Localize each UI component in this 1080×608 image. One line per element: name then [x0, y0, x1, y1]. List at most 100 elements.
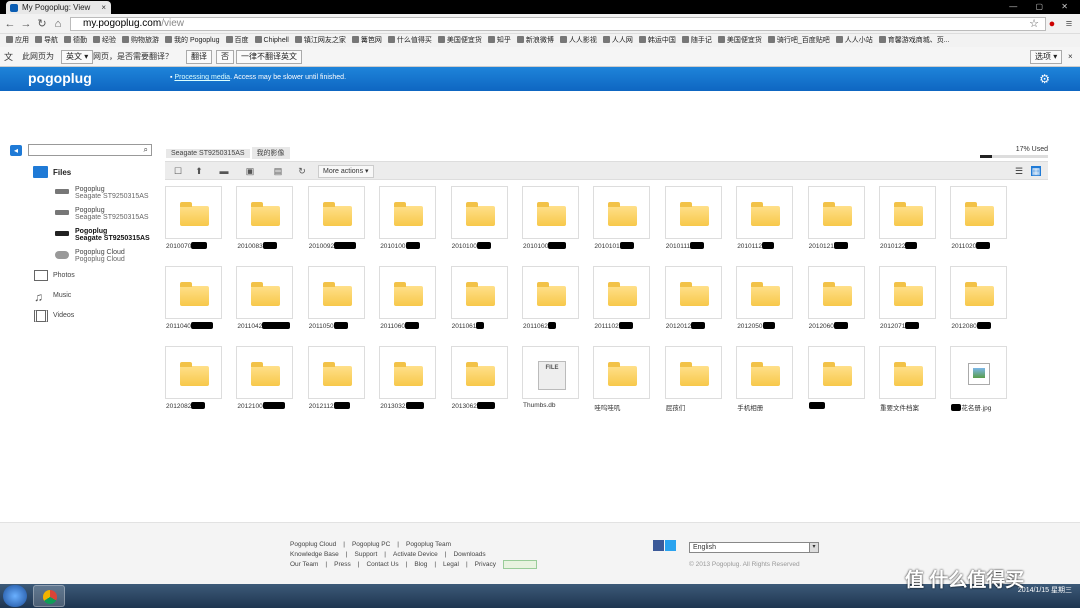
folder-tile[interactable] [450, 266, 508, 319]
file-label[interactable]: 2013032 [380, 402, 424, 410]
file-label[interactable]: 2010121 [809, 242, 848, 250]
chrome-taskbar-button[interactable] [33, 585, 65, 607]
bookmark-item[interactable]: 育馨游戏商城、页... [878, 34, 950, 47]
folder-tile[interactable] [307, 266, 365, 319]
list-view-icon[interactable]: ☰ [1014, 166, 1024, 176]
file-label[interactable]: 花名册.jpg [951, 402, 991, 412]
file-label[interactable]: 2013062 [452, 402, 495, 410]
file-label[interactable]: 2012071 [880, 322, 920, 330]
star-icon[interactable]: ☆ [1028, 17, 1040, 31]
extension-icon[interactable]: ● [1046, 17, 1058, 31]
forward-arrow-icon[interactable]: → [20, 17, 32, 31]
breadcrumb-folder[interactable]: 我的影像 [251, 147, 290, 159]
footer-link[interactable]: Support [355, 551, 378, 558]
file-label[interactable]: 2012012 [666, 322, 706, 330]
breadcrumb-drive[interactable]: Seagate ST9250315AS [166, 149, 250, 158]
folder-tile[interactable] [736, 266, 794, 319]
search-icon[interactable]: ⌕ [144, 145, 148, 155]
bookmark-item[interactable]: 美国便宜货 [717, 34, 762, 47]
file-label[interactable]: 2010100 [523, 242, 567, 250]
language-dropdown[interactable]: English ▾ [689, 542, 819, 553]
folder-tile[interactable] [165, 346, 222, 399]
options-button[interactable]: 选项 ▾ [1030, 50, 1063, 64]
bookmark-item[interactable]: 购物旅游 [122, 34, 159, 47]
more-actions-button[interactable]: More actions ▾ [318, 165, 374, 178]
footer-link[interactable]: Our Team [290, 561, 318, 568]
archive-icon[interactable]: ▤ [271, 165, 285, 177]
bookmark-item[interactable]: 什么值得买 [387, 34, 432, 47]
bookmark-item[interactable]: 导航 [35, 34, 58, 47]
file-label[interactable]: Thumbs.db [523, 402, 556, 409]
folder-tile[interactable] [379, 266, 437, 319]
bookmark-item[interactable]: 新浪微博 [516, 34, 554, 47]
folder-tile[interactable] [236, 346, 294, 399]
refresh-icon[interactable]: ↻ [295, 165, 309, 177]
footer-link[interactable]: Pogoplug Cloud [290, 541, 336, 548]
folder-tile[interactable] [379, 346, 437, 399]
file-label[interactable]: 2011060 [380, 322, 420, 330]
folder-tile[interactable] [950, 186, 1008, 239]
home-icon[interactable]: ⌂ [52, 17, 64, 31]
footer-link[interactable]: Downloads [453, 551, 485, 558]
twitter-icon[interactable] [665, 540, 676, 551]
footer-link[interactable]: Pogoplug Team [406, 541, 451, 548]
folder-tile[interactable] [307, 186, 365, 239]
file-label[interactable]: 2010092 [309, 242, 357, 250]
bookmark-item[interactable]: 人人小站 [835, 34, 873, 47]
sidebar-item-photos[interactable]: Photos [53, 272, 75, 279]
close-translate-icon[interactable]: × [1068, 47, 1073, 67]
grid-view-icon[interactable]: ▦ [1031, 166, 1041, 176]
footer-link[interactable]: Legal [443, 561, 459, 568]
folder-tile[interactable] [450, 346, 508, 399]
file-label[interactable]: 2012100 [237, 402, 285, 410]
file-label[interactable]: 手机相册 [737, 402, 763, 412]
folder-tile[interactable] [807, 186, 865, 239]
sidebar-device-3[interactable]: Pogoplug Seagate ST9250315AS [75, 228, 150, 242]
folder-tile[interactable] [807, 346, 865, 399]
never-translate-button[interactable]: 一律不翻译英文 [236, 50, 302, 64]
folder-tile[interactable] [593, 186, 651, 239]
bookmark-item[interactable]: 人人网 [602, 34, 633, 47]
sidebar-device-4[interactable]: Pogoplug Cloud Pogoplug Cloud [75, 249, 125, 263]
file-label[interactable]: 2010122 [880, 242, 918, 250]
reload-icon[interactable]: ↻ [36, 17, 48, 31]
file-label[interactable]: 2012112 [309, 402, 350, 410]
folder-tile[interactable] [165, 266, 222, 319]
folder-tile[interactable] [236, 186, 294, 239]
window-controls[interactable]: — ▢ ✕ [1009, 2, 1076, 11]
folder-tile[interactable] [307, 346, 365, 399]
file-label[interactable]: 2010111 [666, 242, 705, 250]
folder-tile[interactable] [664, 186, 722, 239]
file-label[interactable]: 2012082 [166, 402, 206, 410]
bookmark-item[interactable]: 经验 [93, 34, 116, 47]
footer-link[interactable]: Contact Us [366, 561, 398, 568]
back-arrow-icon[interactable]: ← [4, 17, 16, 31]
folder-tile[interactable] [593, 266, 651, 319]
bookmark-item[interactable]: 镇江网友之家 [294, 34, 346, 47]
file-label[interactable]: 重要文件档案 [880, 402, 919, 412]
file-tile[interactable]: FILE [522, 346, 579, 399]
bookmark-item[interactable]: 韩运中国 [638, 34, 676, 47]
sidebar-device-1[interactable]: Pogoplug Seagate ST9250315AS [75, 186, 149, 200]
menu-icon[interactable]: ≡ [1063, 17, 1075, 31]
new-folder-icon[interactable]: ▬ [217, 165, 231, 177]
bookmark-item[interactable]: 骑行吧_百度贴吧 [767, 34, 830, 47]
browser-tab[interactable]: My Pogoplug: View × [6, 1, 111, 14]
file-label[interactable] [808, 402, 825, 410]
folder-tile[interactable] [879, 346, 936, 399]
bookmark-item[interactable]: 人人影视 [559, 34, 597, 47]
footer-link[interactable]: Knowledge Base [290, 551, 339, 558]
folder-tile[interactable] [664, 346, 722, 399]
file-tile[interactable] [950, 346, 1008, 399]
file-label[interactable]: 2010101 [594, 242, 634, 250]
file-label[interactable]: 2010100 [452, 242, 491, 250]
folder-tile[interactable] [664, 266, 722, 319]
footer-link[interactable]: Privacy [475, 561, 496, 568]
bookmark-item[interactable]: 篝笆网 [351, 34, 382, 47]
gear-icon[interactable]: ⚙ [1039, 72, 1050, 86]
file-label[interactable]: 2010083 [237, 242, 277, 250]
file-label[interactable]: 屁孩们 [666, 402, 686, 412]
file-label[interactable]: 2011040 [166, 322, 213, 330]
folder-tile[interactable] [522, 186, 579, 239]
folder-tile[interactable] [879, 186, 936, 239]
